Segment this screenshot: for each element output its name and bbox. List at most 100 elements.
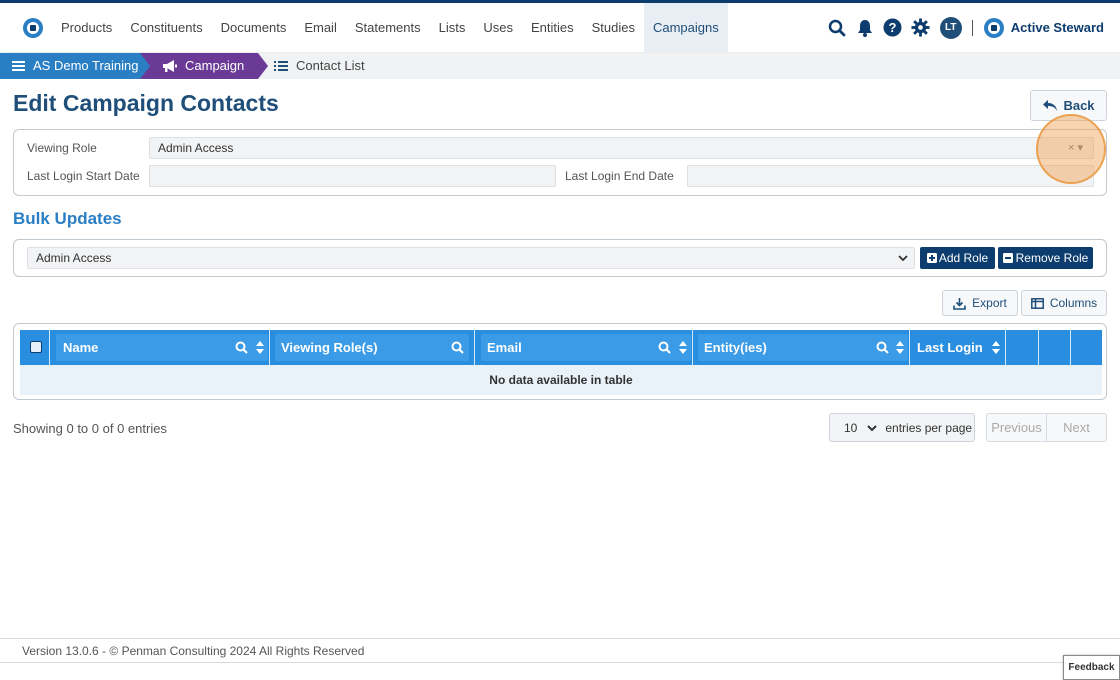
- start-date-label: Last Login Start Date: [27, 169, 140, 183]
- column-header-viewing-roles[interactable]: Viewing Role(s): [281, 330, 378, 365]
- breadcrumb-item-training[interactable]: AS Demo Training: [0, 53, 150, 79]
- bulk-role-value: Admin Access: [36, 251, 112, 265]
- column-divider: [1070, 330, 1071, 365]
- nav-lists[interactable]: Lists: [430, 3, 475, 52]
- viewing-role-select[interactable]: Admin Access × ▾: [149, 137, 1094, 159]
- brand[interactable]: Active Steward: [983, 17, 1104, 39]
- breadcrumb-arrow: [258, 53, 268, 79]
- viewing-role-label: Viewing Role: [27, 141, 97, 155]
- column-divider: [269, 330, 270, 365]
- previous-page-button[interactable]: Previous: [987, 414, 1046, 441]
- per-page-value: 10: [844, 420, 858, 435]
- column-header-email[interactable]: Email: [487, 330, 522, 365]
- breadcrumb-item-contact-list[interactable]: Contact List: [272, 53, 365, 79]
- chevron-down-icon: [867, 424, 878, 431]
- search-icon[interactable]: [658, 341, 671, 354]
- search-icon[interactable]: [235, 341, 248, 354]
- breadcrumb-label: Contact List: [296, 58, 365, 73]
- column-header-name[interactable]: Name: [63, 330, 98, 365]
- top-navigation: Products Constituents Documents Email St…: [0, 0, 1120, 52]
- export-button[interactable]: Export: [942, 290, 1018, 316]
- column-divider: [474, 330, 475, 365]
- bell-icon[interactable]: [854, 17, 876, 39]
- viewing-role-value: Admin Access: [158, 141, 234, 155]
- header-tools: ? LT Active Steward: [820, 3, 1104, 52]
- menu-icon: [12, 60, 25, 72]
- main-nav: Products Constituents Documents Email St…: [52, 3, 728, 52]
- bulk-updates-heading: Bulk Updates: [13, 209, 122, 228]
- per-page-label: entries per page: [885, 420, 973, 435]
- plus-square-icon: [926, 253, 937, 263]
- column-divider: [1038, 330, 1039, 365]
- search-icon[interactable]: [876, 341, 889, 354]
- app-logo-icon[interactable]: [22, 17, 44, 39]
- sort-icon[interactable]: [256, 341, 264, 354]
- nav-campaigns[interactable]: Campaigns: [643, 3, 728, 52]
- entries-per-page-select[interactable]: 10 entries per page: [829, 413, 975, 442]
- nav-documents[interactable]: Documents: [212, 3, 296, 52]
- brand-logo-icon: [983, 17, 1004, 38]
- back-label: Back: [1063, 98, 1095, 113]
- download-icon: [953, 297, 966, 310]
- breadcrumb-arrow: [140, 53, 150, 79]
- add-role-button[interactable]: Add Role: [920, 247, 995, 269]
- minus-square-icon: [1002, 253, 1013, 263]
- search-icon[interactable]: [826, 17, 848, 39]
- help-icon[interactable]: ?: [882, 17, 904, 39]
- list-icon: [274, 60, 288, 72]
- sort-icon[interactable]: [679, 341, 687, 354]
- header-divider: [971, 19, 973, 36]
- column-divider: [909, 330, 910, 365]
- entries-summary: Showing 0 to 0 of 0 entries: [13, 421, 167, 436]
- column-divider: [1005, 330, 1006, 365]
- add-role-label: Add Role: [938, 251, 989, 265]
- filter-panel: Viewing Role Admin Access × ▾ Last Login…: [13, 129, 1107, 196]
- contacts-table: Name Viewing Role(s) Email Entity(ies) L…: [13, 323, 1107, 400]
- sort-icon[interactable]: [896, 341, 904, 354]
- breadcrumb: AS Demo Training Campaign Contact List: [0, 53, 1120, 79]
- clear-selection-icon[interactable]: × ▾: [1068, 138, 1083, 158]
- select-all-checkbox[interactable]: [30, 341, 42, 353]
- nav-entities[interactable]: Entities: [522, 3, 583, 52]
- columns-button[interactable]: Columns: [1021, 290, 1107, 316]
- nav-studies[interactable]: Studies: [583, 3, 644, 52]
- nav-email[interactable]: Email: [295, 3, 346, 52]
- nav-statements[interactable]: Statements: [346, 3, 430, 52]
- footer: Version 13.0.6 - © Penman Consulting 202…: [0, 638, 1120, 663]
- column-header-entities[interactable]: Entity(ies): [704, 330, 767, 365]
- nav-constituents[interactable]: Constituents: [121, 3, 211, 52]
- breadcrumb-label: Campaign: [185, 58, 245, 73]
- empty-table-message: No data available in table: [20, 365, 1102, 395]
- remove-role-label: Remove Role: [1015, 251, 1089, 265]
- end-date-input[interactable]: [687, 165, 1094, 187]
- brand-name: Active Steward: [1010, 20, 1104, 35]
- end-date-label: Last Login End Date: [565, 169, 674, 183]
- column-divider: [49, 330, 50, 365]
- columns-label: Columns: [1049, 296, 1098, 310]
- columns-icon: [1030, 297, 1044, 309]
- breadcrumb-item-campaign[interactable]: Campaign: [140, 53, 258, 79]
- svg-text:?: ?: [889, 20, 897, 35]
- feedback-button[interactable]: Feedback: [1063, 655, 1120, 680]
- table-header: Name Viewing Role(s) Email Entity(ies) L…: [20, 330, 1102, 365]
- remove-role-button[interactable]: Remove Role: [998, 247, 1093, 269]
- column-header-last-login[interactable]: Last Login: [917, 330, 983, 365]
- start-date-input[interactable]: [149, 165, 556, 187]
- nav-uses[interactable]: Uses: [474, 3, 522, 52]
- search-icon[interactable]: [451, 341, 464, 354]
- nav-products[interactable]: Products: [52, 3, 121, 52]
- sort-icon[interactable]: [992, 341, 1000, 354]
- megaphone-icon: [162, 59, 177, 73]
- pagination: Previous Next: [986, 413, 1107, 442]
- chevron-down-icon: [898, 248, 908, 276]
- bulk-updates-panel: Admin Access Add Role Remove Role: [13, 239, 1107, 277]
- bulk-role-select[interactable]: Admin Access: [27, 247, 915, 269]
- gear-icon[interactable]: [910, 17, 932, 39]
- undo-icon: [1043, 100, 1058, 111]
- next-page-button[interactable]: Next: [1046, 414, 1106, 441]
- column-divider: [692, 330, 693, 365]
- breadcrumb-label: AS Demo Training: [33, 58, 139, 73]
- user-avatar[interactable]: LT: [939, 16, 962, 39]
- back-button[interactable]: Back: [1030, 90, 1107, 121]
- page-title: Edit Campaign Contacts: [13, 90, 279, 116]
